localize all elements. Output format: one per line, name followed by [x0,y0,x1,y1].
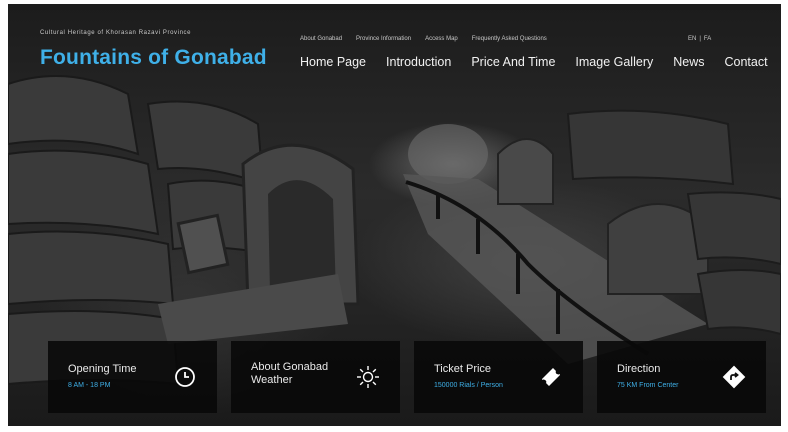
lang-separator: | [699,36,701,42]
card-subtitle: 75 KM From Center [617,382,679,389]
card-title: Ticket Price [434,363,492,375]
direction-card[interactable]: Direction 75 KM From Center [597,341,766,413]
nav-home-page[interactable]: Home Page [300,55,366,69]
direction-icon [722,365,746,389]
nav-contact[interactable]: Contact [725,55,768,69]
site-logo-title[interactable]: Fountains of Gonabad [40,46,267,70]
ticket-icon [542,368,560,386]
main-navigation: Home Page Introduction Price And Time Im… [300,55,768,69]
lang-fa[interactable]: FA [704,36,711,42]
card-title: Opening Time [68,363,137,375]
language-switcher: EN | FA [688,36,711,42]
site-subtitle: Cultural Heritage of Khorasan Razavi Pro… [40,30,192,36]
info-cards: Opening Time 8 AM - 18 PM About Gonabad … [48,341,766,413]
top-link-province-information[interactable]: Province Information [356,36,411,42]
nav-introduction[interactable]: Introduction [386,55,451,69]
top-link-access-map[interactable]: Access Map [425,36,458,42]
top-link-about-gonabad[interactable]: About Gonabad [300,36,342,42]
card-title: About Gonabad Weather [251,361,329,386]
card-subtitle: 150000 Rials / Person [434,382,503,389]
lang-en[interactable]: EN [688,36,696,42]
opening-time-card[interactable]: Opening Time 8 AM - 18 PM [48,341,217,413]
top-link-faq[interactable]: Frequently Asked Questions [472,36,547,42]
hero-banner: Cultural Heritage of Khorasan Razavi Pro… [8,4,781,426]
top-links-bar: About Gonabad Province Information Acces… [300,36,547,42]
nav-news[interactable]: News [673,55,704,69]
card-title: Direction [617,363,661,375]
nav-image-gallery[interactable]: Image Gallery [575,55,653,69]
clock-icon [175,367,195,387]
ticket-price-card[interactable]: Ticket Price 150000 Rials / Person [414,341,583,413]
sun-icon [357,366,379,388]
card-subtitle: 8 AM - 18 PM [68,382,111,389]
nav-price-and-time[interactable]: Price And Time [471,55,555,69]
weather-card[interactable]: About Gonabad Weather [231,341,400,413]
